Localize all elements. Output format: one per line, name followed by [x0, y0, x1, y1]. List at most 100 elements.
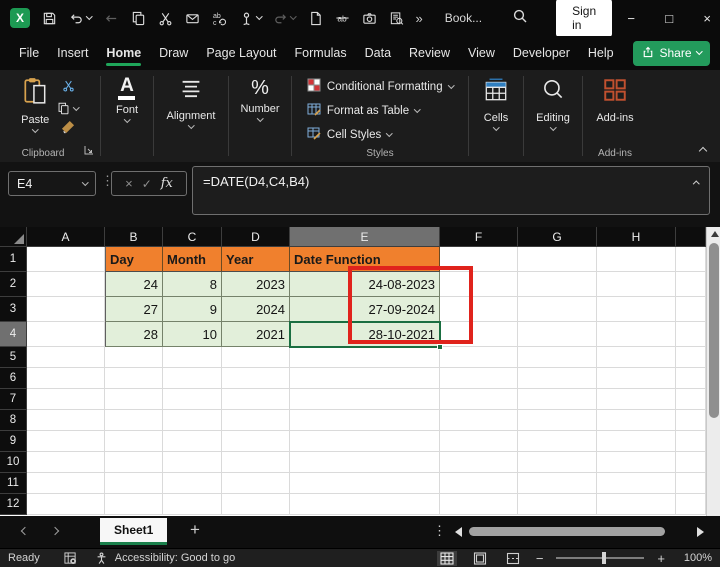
paste-button[interactable]: Paste — [21, 77, 49, 133]
find-replace-icon[interactable]: ab c — [212, 11, 227, 26]
email-icon[interactable] — [185, 11, 200, 26]
cell-G1[interactable] — [518, 247, 597, 272]
cell-E3[interactable]: 27-09-2024 — [290, 297, 440, 322]
alignment-button[interactable]: Alignment — [167, 77, 215, 129]
cell-A9[interactable] — [27, 431, 105, 452]
cell-C12[interactable] — [163, 494, 222, 515]
cell-D2[interactable]: 2023 — [222, 272, 290, 297]
cell-D1[interactable]: Year — [222, 247, 290, 272]
cell-B3[interactable]: 27 — [105, 297, 163, 322]
column-header-H[interactable]: H — [597, 227, 676, 247]
cell-C5[interactable] — [163, 347, 222, 368]
horizontal-scroll-thumb[interactable] — [469, 527, 665, 536]
minimize-button[interactable]: − — [612, 0, 650, 36]
row-header-6[interactable]: 6 — [0, 368, 27, 389]
cell-E4[interactable]: 28-10-2021 — [290, 322, 440, 347]
cell-A10[interactable] — [27, 452, 105, 473]
insert-function-icon[interactable]: fx — [161, 176, 173, 191]
column-header-E[interactable]: E — [290, 227, 440, 247]
row-header-1[interactable]: 1 — [0, 247, 27, 272]
next-sheet-icon[interactable] — [50, 526, 60, 536]
zoom-level[interactable]: 100% — [678, 552, 712, 564]
row-header-12[interactable]: 12 — [0, 494, 27, 515]
cell-styles-button[interactable]: Cell Styles — [307, 126, 393, 143]
camera-icon[interactable] — [362, 11, 377, 26]
cell-F11[interactable] — [440, 473, 518, 494]
collapse-formula-bar-icon[interactable] — [692, 181, 699, 188]
cell-G11[interactable] — [518, 473, 597, 494]
select-all-button[interactable] — [0, 227, 27, 247]
cell-A3[interactable] — [27, 297, 105, 322]
number-button[interactable]: % Number — [240, 77, 280, 122]
column-header-B[interactable]: B — [105, 227, 163, 247]
cut-small-icon[interactable] — [62, 79, 75, 97]
cell-B2[interactable]: 24 — [105, 272, 163, 297]
zoom-slider[interactable] — [556, 552, 645, 564]
zoom-slider-handle[interactable] — [602, 552, 607, 564]
font-button[interactable]: A Font — [116, 76, 138, 123]
cell-A8[interactable] — [27, 410, 105, 431]
cell-F5[interactable] — [440, 347, 518, 368]
undo-icon[interactable] — [69, 11, 93, 26]
accessibility-status[interactable]: Accessibility: Good to go — [115, 552, 235, 564]
cell-A7[interactable] — [27, 389, 105, 410]
cell-D4[interactable]: 2021 — [222, 322, 290, 347]
cell-G5[interactable] — [518, 347, 597, 368]
cell-D6[interactable] — [222, 368, 290, 389]
zoom-in-icon[interactable]: + — [657, 551, 665, 566]
cell-B6[interactable] — [105, 368, 163, 389]
cell-G2[interactable] — [518, 272, 597, 297]
cell-A11[interactable] — [27, 473, 105, 494]
format-painter-icon[interactable] — [61, 120, 75, 139]
cell-B4[interactable]: 28 — [105, 322, 163, 347]
ribbon-tab-review[interactable]: Review — [400, 37, 459, 69]
ribbon-tab-view[interactable]: View — [459, 37, 504, 69]
conditional-formatting-button[interactable]: Conditional Formatting — [307, 78, 455, 95]
cell-C11[interactable] — [163, 473, 222, 494]
column-header-D[interactable]: D — [222, 227, 290, 247]
ribbon-tab-insert[interactable]: Insert — [48, 37, 97, 69]
cell-F8[interactable] — [440, 410, 518, 431]
cell-H7[interactable] — [597, 389, 676, 410]
cancel-formula-icon[interactable]: × — [125, 176, 133, 191]
cell-G4[interactable] — [518, 322, 597, 347]
touch-mode-icon[interactable] — [239, 11, 262, 26]
cell-H5[interactable] — [597, 347, 676, 368]
row-header-9[interactable]: 9 — [0, 431, 27, 452]
addins-button[interactable]: Add-ins — [596, 77, 634, 124]
cell-H6[interactable] — [597, 368, 676, 389]
cell-C1[interactable]: Month — [163, 247, 222, 272]
cell-F4[interactable] — [440, 322, 518, 347]
cell-H2[interactable] — [597, 272, 676, 297]
cell-H9[interactable] — [597, 431, 676, 452]
cell-E9[interactable] — [290, 431, 440, 452]
cell-E8[interactable] — [290, 410, 440, 431]
cell-C2[interactable]: 8 — [163, 272, 222, 297]
cell-C6[interactable] — [163, 368, 222, 389]
cell-C10[interactable] — [163, 452, 222, 473]
row-header-8[interactable]: 8 — [0, 410, 27, 431]
cell-F9[interactable] — [440, 431, 518, 452]
cell-G9[interactable] — [518, 431, 597, 452]
cell-A5[interactable] — [27, 347, 105, 368]
cell-A4[interactable] — [27, 322, 105, 347]
cell-C3[interactable]: 9 — [163, 297, 222, 322]
name-box[interactable]: E4 — [8, 171, 96, 196]
cell-C4[interactable]: 10 — [163, 322, 222, 347]
cell-D11[interactable] — [222, 473, 290, 494]
row-header-4[interactable]: 4 — [0, 322, 27, 347]
save-icon[interactable] — [42, 11, 57, 26]
cell-B5[interactable] — [105, 347, 163, 368]
page-break-view-icon[interactable] — [503, 551, 523, 566]
collapse-ribbon-icon[interactable] — [698, 146, 708, 156]
cell-B7[interactable] — [105, 389, 163, 410]
cell-G3[interactable] — [518, 297, 597, 322]
column-header-F[interactable]: F — [440, 227, 518, 247]
cell-E2[interactable]: 24-08-2023 — [290, 272, 440, 297]
ribbon-tab-file[interactable]: File — [10, 37, 48, 69]
cell-G6[interactable] — [518, 368, 597, 389]
cell-B1[interactable]: Day — [105, 247, 163, 272]
ribbon-tab-developer[interactable]: Developer — [504, 37, 579, 69]
zoom-out-icon[interactable]: − — [536, 551, 544, 566]
new-file-icon[interactable] — [308, 11, 323, 26]
